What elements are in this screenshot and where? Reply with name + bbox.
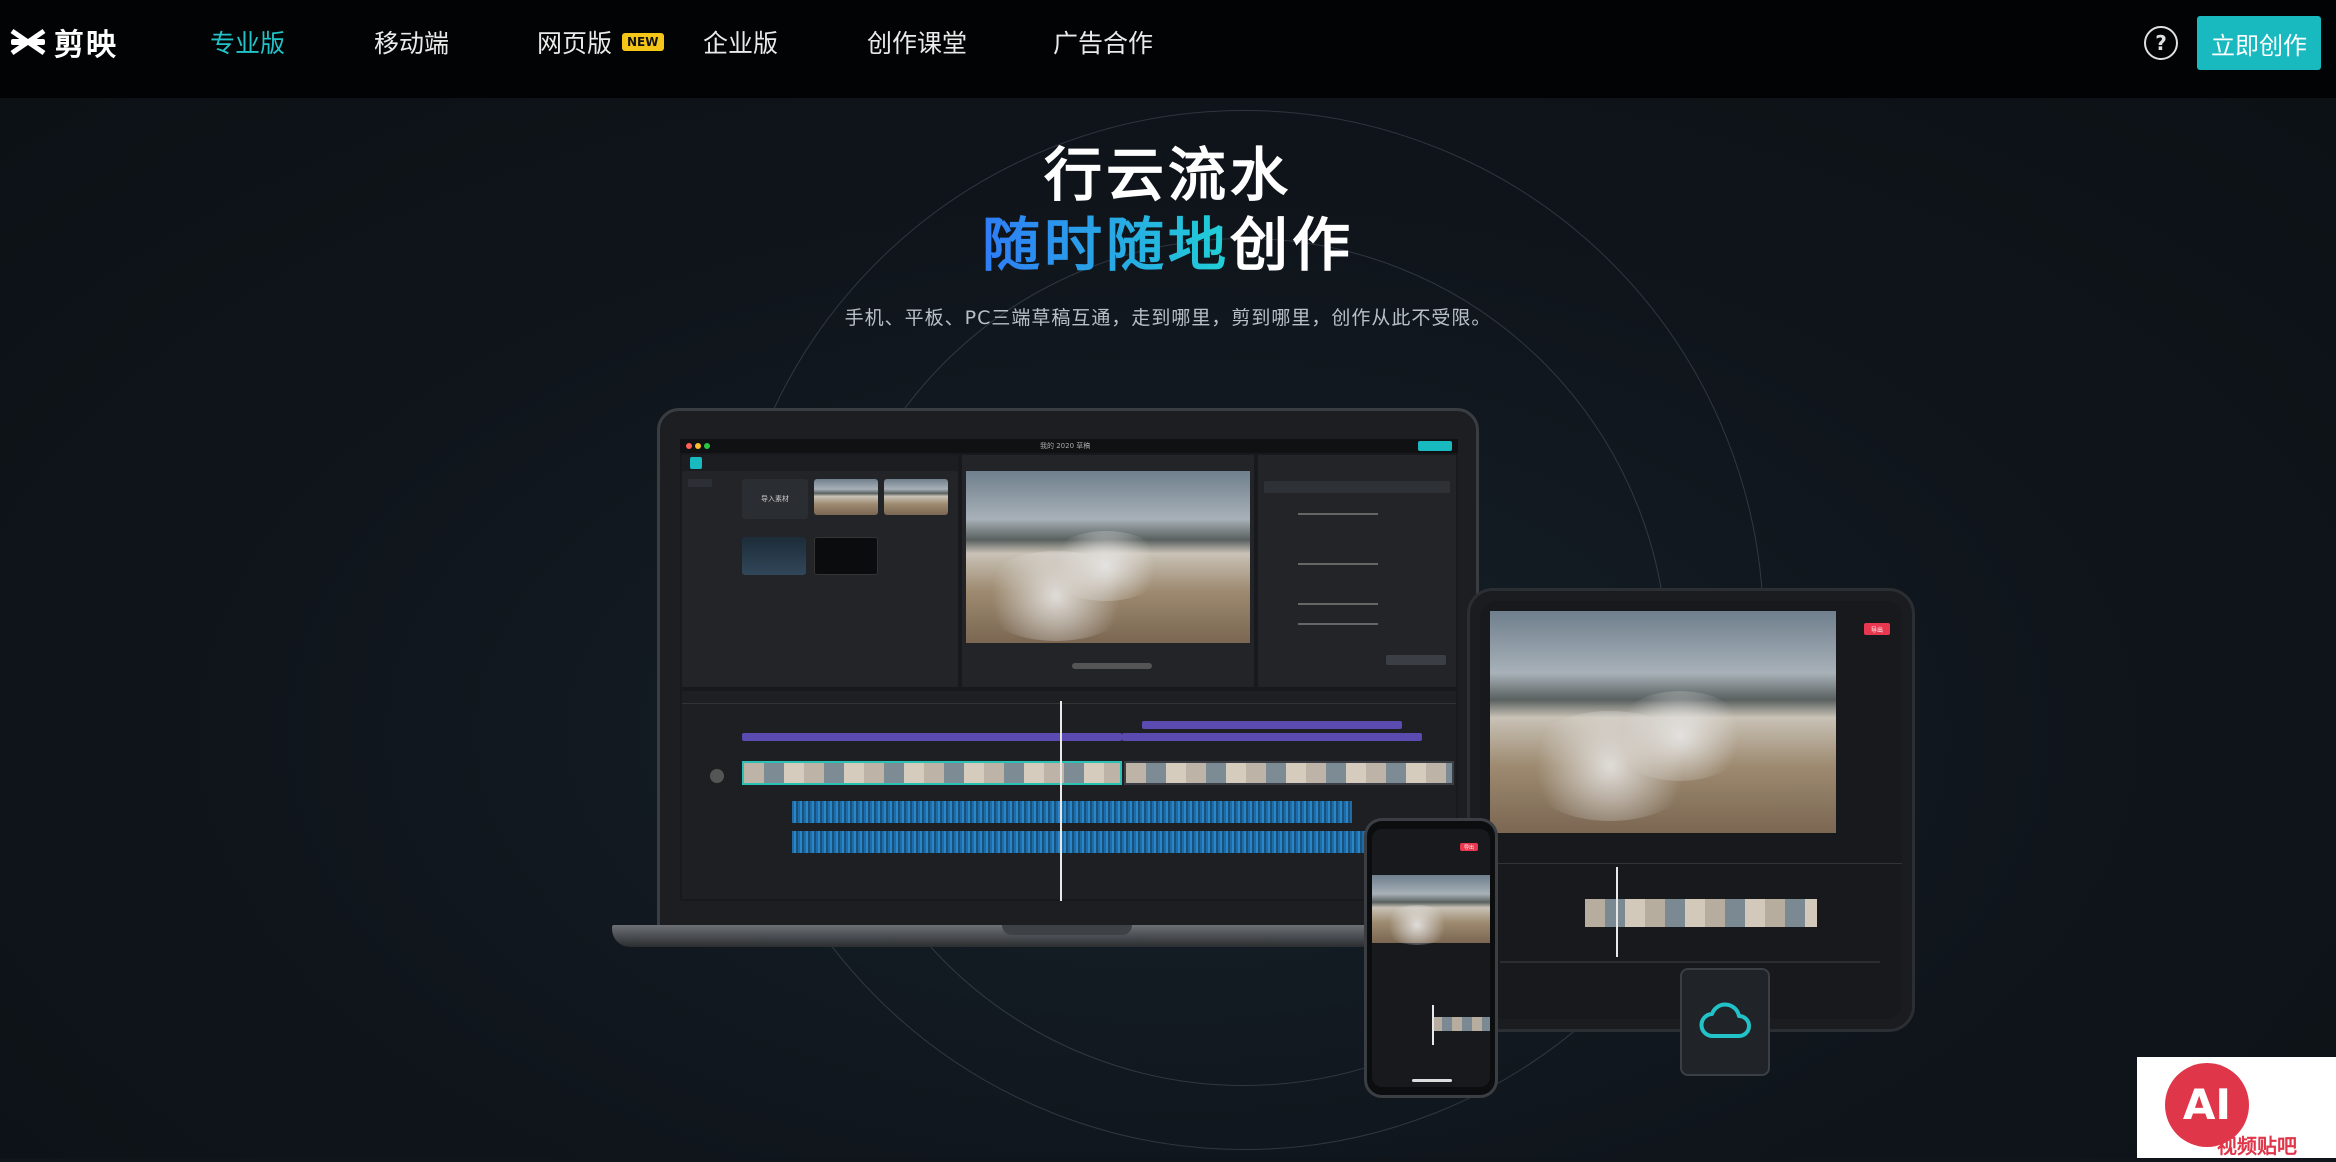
phone-screen: 导出 (1372, 829, 1490, 1087)
import-media-button: 导入素材 (742, 479, 808, 519)
audio-waveform (792, 801, 1352, 823)
tablet-screen: 导出 (1480, 601, 1902, 1019)
nav-item-pro[interactable]: 专业版 (210, 24, 285, 60)
cloud-icon (1699, 1002, 1751, 1038)
maximize-dot-icon (704, 443, 710, 449)
media-thumbnail (814, 479, 878, 515)
phone-mockup: 导出 (1364, 818, 1498, 1098)
phone-export-button: 导出 (1460, 843, 1478, 851)
project-title: 我的 2020 草稿 (1040, 442, 1091, 450)
top-nav: 剪映 专业版 移动端 网页版 NEW 企业版 创作课堂 广告合作 ? 立即创作 (0, 0, 2336, 98)
laptop-screen: 我的 2020 草稿 导入素材 (680, 439, 1458, 901)
nav-item-label: 移动端 (374, 29, 450, 58)
brand-logo[interactable]: 剪映 (10, 22, 118, 63)
player-panel (962, 455, 1254, 687)
start-create-button[interactable]: 立即创作 (2197, 16, 2321, 70)
nav-item-label: 网页版 (537, 29, 613, 58)
video-clip (742, 761, 1122, 785)
watermark: AI 视频贴吧 (2137, 1057, 2336, 1158)
nav-item-web[interactable]: 网页版 NEW (537, 24, 664, 60)
playback-controls (1072, 663, 1152, 669)
audio-waveform (792, 831, 1452, 853)
nav-item-academy[interactable]: 创作课堂 (867, 24, 967, 60)
nav-item-mobile[interactable]: 移动端 (374, 24, 449, 60)
nav-item-enterprise[interactable]: 企业版 (703, 24, 778, 60)
hero-subtitle: 手机、平板、PC三端草稿互通，走到哪里，剪到哪里，创作从此不受限。 (844, 307, 1492, 329)
nav-item-label: 专业版 (210, 29, 286, 58)
export-button (1418, 441, 1452, 451)
nav-item-label: 企业版 (703, 29, 779, 58)
phone-video-clip (1432, 1017, 1490, 1031)
nav-item-ads[interactable]: 广告合作 (1053, 24, 1153, 60)
brand-name: 剪映 (54, 28, 118, 63)
watermark-logo-icon: AI 视频贴吧 (2165, 1063, 2297, 1158)
tablet-video-clip (1585, 899, 1817, 927)
audio-thumbnail (814, 537, 878, 575)
capcut-logo-icon (10, 28, 46, 56)
tablet-export-button: 导出 (1864, 623, 1890, 635)
hero-headline-highlight: 随时随地 (981, 211, 1230, 279)
text-track (742, 733, 1122, 741)
watermark-text: 视频贴吧 (2217, 1134, 2297, 1158)
media-thumbnail (742, 537, 806, 575)
properties-panel (1258, 455, 1456, 687)
laptop-mockup: 我的 2020 草稿 导入素材 (657, 408, 1479, 930)
home-indicator (1412, 1079, 1452, 1082)
media-tab-icon (690, 457, 702, 469)
nav-item-label: 广告合作 (1053, 29, 1154, 58)
window-title-bar: 我的 2020 草稿 (680, 439, 1458, 453)
timeline-panel (682, 691, 1456, 899)
new-badge: NEW (622, 33, 664, 51)
video-clip (1124, 761, 1454, 785)
phone-playhead (1432, 1005, 1434, 1045)
text-track (1142, 721, 1402, 729)
media-thumbnail (884, 479, 948, 515)
hero-headline-line2: 随时随地创作 (0, 198, 2336, 282)
track-toggle-icon (710, 769, 724, 783)
player-preview (966, 471, 1250, 643)
minimize-dot-icon (695, 443, 701, 449)
cloud-sync-file (1680, 968, 1770, 1076)
phone-preview (1372, 875, 1490, 945)
hero-headline-rest: 创作 (1230, 211, 1355, 279)
text-track (1122, 733, 1422, 741)
question-circle-icon[interactable]: ? (2144, 26, 2178, 60)
close-dot-icon (686, 443, 692, 449)
tablet-mockup: 导出 (1467, 588, 1915, 1032)
tablet-preview (1490, 611, 1836, 833)
nav-item-label: 创作课堂 (867, 29, 968, 58)
laptop-notch (1002, 925, 1132, 935)
tablet-playhead (1616, 867, 1618, 957)
timeline-playhead (1060, 701, 1062, 901)
watermark-logo-text: AI (2183, 1080, 2231, 1129)
media-panel: 导入素材 (682, 455, 958, 687)
